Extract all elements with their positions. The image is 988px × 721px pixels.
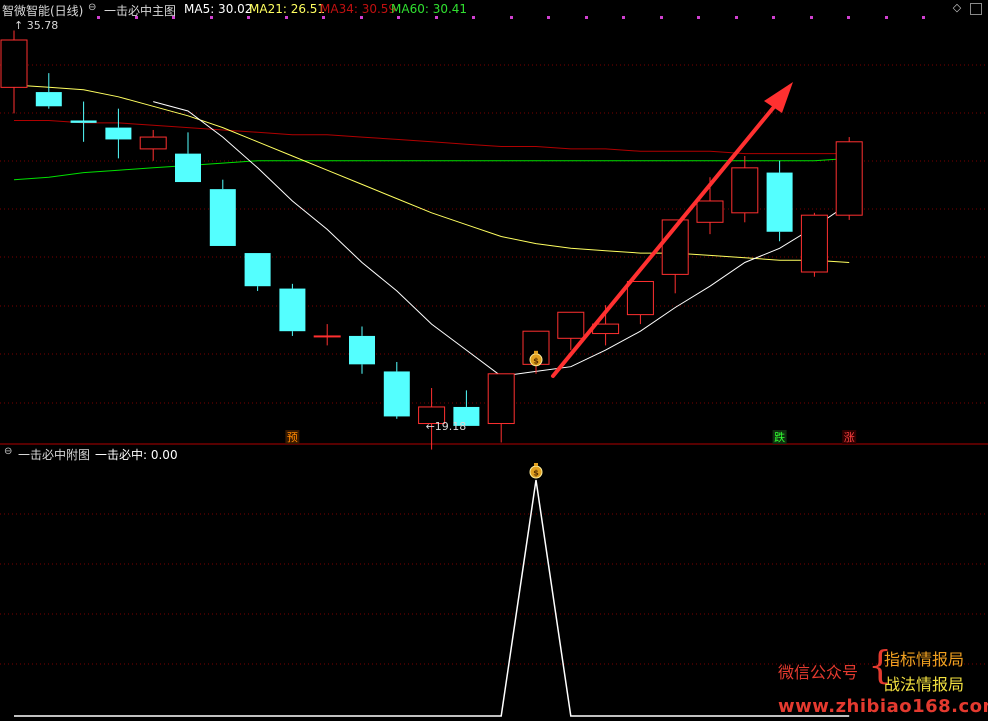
watermark-url: www.zhibiao168.com <box>778 696 988 717</box>
signal-tag-text: 涨 <box>844 431 855 444</box>
diamond-icon[interactable]: ◇ <box>951 2 963 14</box>
candle <box>800 212 828 277</box>
signal-die: 跌 <box>772 430 787 444</box>
candle <box>105 108 132 159</box>
main-indicator-name[interactable]: 一击必中主图 <box>104 2 176 19</box>
candle <box>418 388 446 450</box>
sub-money-bag-icon: $ <box>529 463 543 479</box>
ma21-readout: MA21: 26.51 <box>249 2 326 16</box>
candle-body <box>35 92 62 107</box>
candle-body <box>487 373 515 425</box>
ma34-readout: MA34: 30.59 <box>320 2 397 16</box>
low-price-label: ←19.18 <box>426 420 467 433</box>
candle <box>835 137 863 220</box>
watermark-zhanfa: 战法情报局 <box>884 675 965 694</box>
candle <box>661 219 689 294</box>
candle-body <box>383 371 410 417</box>
high-price-label: ↑ 35.78 <box>14 19 58 32</box>
watermark-zhibiao: 指标情报局 <box>884 650 965 669</box>
stock-title: 智微智能(日线) <box>2 4 84 18</box>
sub-value-readout: 一击必中: 0.00 <box>95 448 178 462</box>
candle-body <box>313 335 341 338</box>
sub-signal-line <box>14 479 850 717</box>
candle <box>349 326 375 374</box>
signal-yu: 预 <box>285 430 300 444</box>
money-bag-neck <box>534 350 538 354</box>
candle-body <box>349 335 375 365</box>
ma21-line <box>13 84 850 263</box>
candle <box>209 179 236 246</box>
chart-canvas[interactable]: ↑ 35.78 ←19.18 $ 预 跌 涨 $ <box>0 0 988 721</box>
candles <box>0 30 863 450</box>
trend-arrow <box>551 82 793 378</box>
candle-body <box>800 214 828 273</box>
arrow-shaft <box>551 100 780 378</box>
candle <box>313 324 341 346</box>
watermark-wechat: 微信公众号 <box>778 663 859 682</box>
candle-body <box>766 172 793 232</box>
ma5-readout: MA5: 30.02 <box>184 2 253 16</box>
signal-tag-text: 跌 <box>774 430 785 444</box>
candle <box>731 156 759 223</box>
candle <box>244 253 271 291</box>
candle <box>139 129 167 161</box>
sub-indicator-name[interactable]: 一击必中附图 <box>18 446 90 463</box>
money-bag-symbol: $ <box>533 356 539 365</box>
candle-body <box>835 141 863 216</box>
candle <box>626 280 654 325</box>
collapse-icon[interactable]: ⊖ <box>88 2 96 13</box>
candle-body <box>244 253 271 287</box>
candle-body <box>731 167 759 214</box>
candle-body <box>139 136 167 150</box>
candle <box>279 283 306 336</box>
candle <box>70 101 97 142</box>
candle-body <box>0 39 28 88</box>
stock-chart-window: ↑ 35.78 ←19.18 $ 预 跌 涨 $ 智微智能(日线) ⊖ 一击必中主图 MA5… <box>0 0 988 721</box>
money-bag-neck <box>534 463 538 466</box>
signal-zhang: 涨 <box>842 430 857 444</box>
candle <box>35 73 62 109</box>
candle <box>766 160 793 242</box>
candle <box>0 30 28 114</box>
main-pane-header: 智微智能(日线) ⊖ 一击必中主图 MA5: 30.02 MA21: 26.51… <box>0 0 988 18</box>
candle <box>383 361 410 419</box>
candle <box>487 373 515 443</box>
signal-tag-text: 预 <box>287 431 298 444</box>
candle <box>175 132 201 183</box>
candle-body <box>557 311 585 339</box>
arrow-head <box>764 82 793 113</box>
candle-body <box>696 200 724 223</box>
candle-body <box>209 189 236 246</box>
candle-body <box>279 288 306 332</box>
candle-body <box>626 280 654 316</box>
candle-body <box>105 127 132 140</box>
window-button[interactable] <box>970 3 982 15</box>
money-bag-symbol: $ <box>533 469 539 478</box>
candle-body <box>70 120 97 123</box>
candle-body <box>175 153 201 183</box>
ma34-line <box>14 120 850 155</box>
sub-collapse-icon[interactable]: ⊖ <box>4 446 12 457</box>
ma60-readout: MA60: 30.41 <box>391 2 468 16</box>
